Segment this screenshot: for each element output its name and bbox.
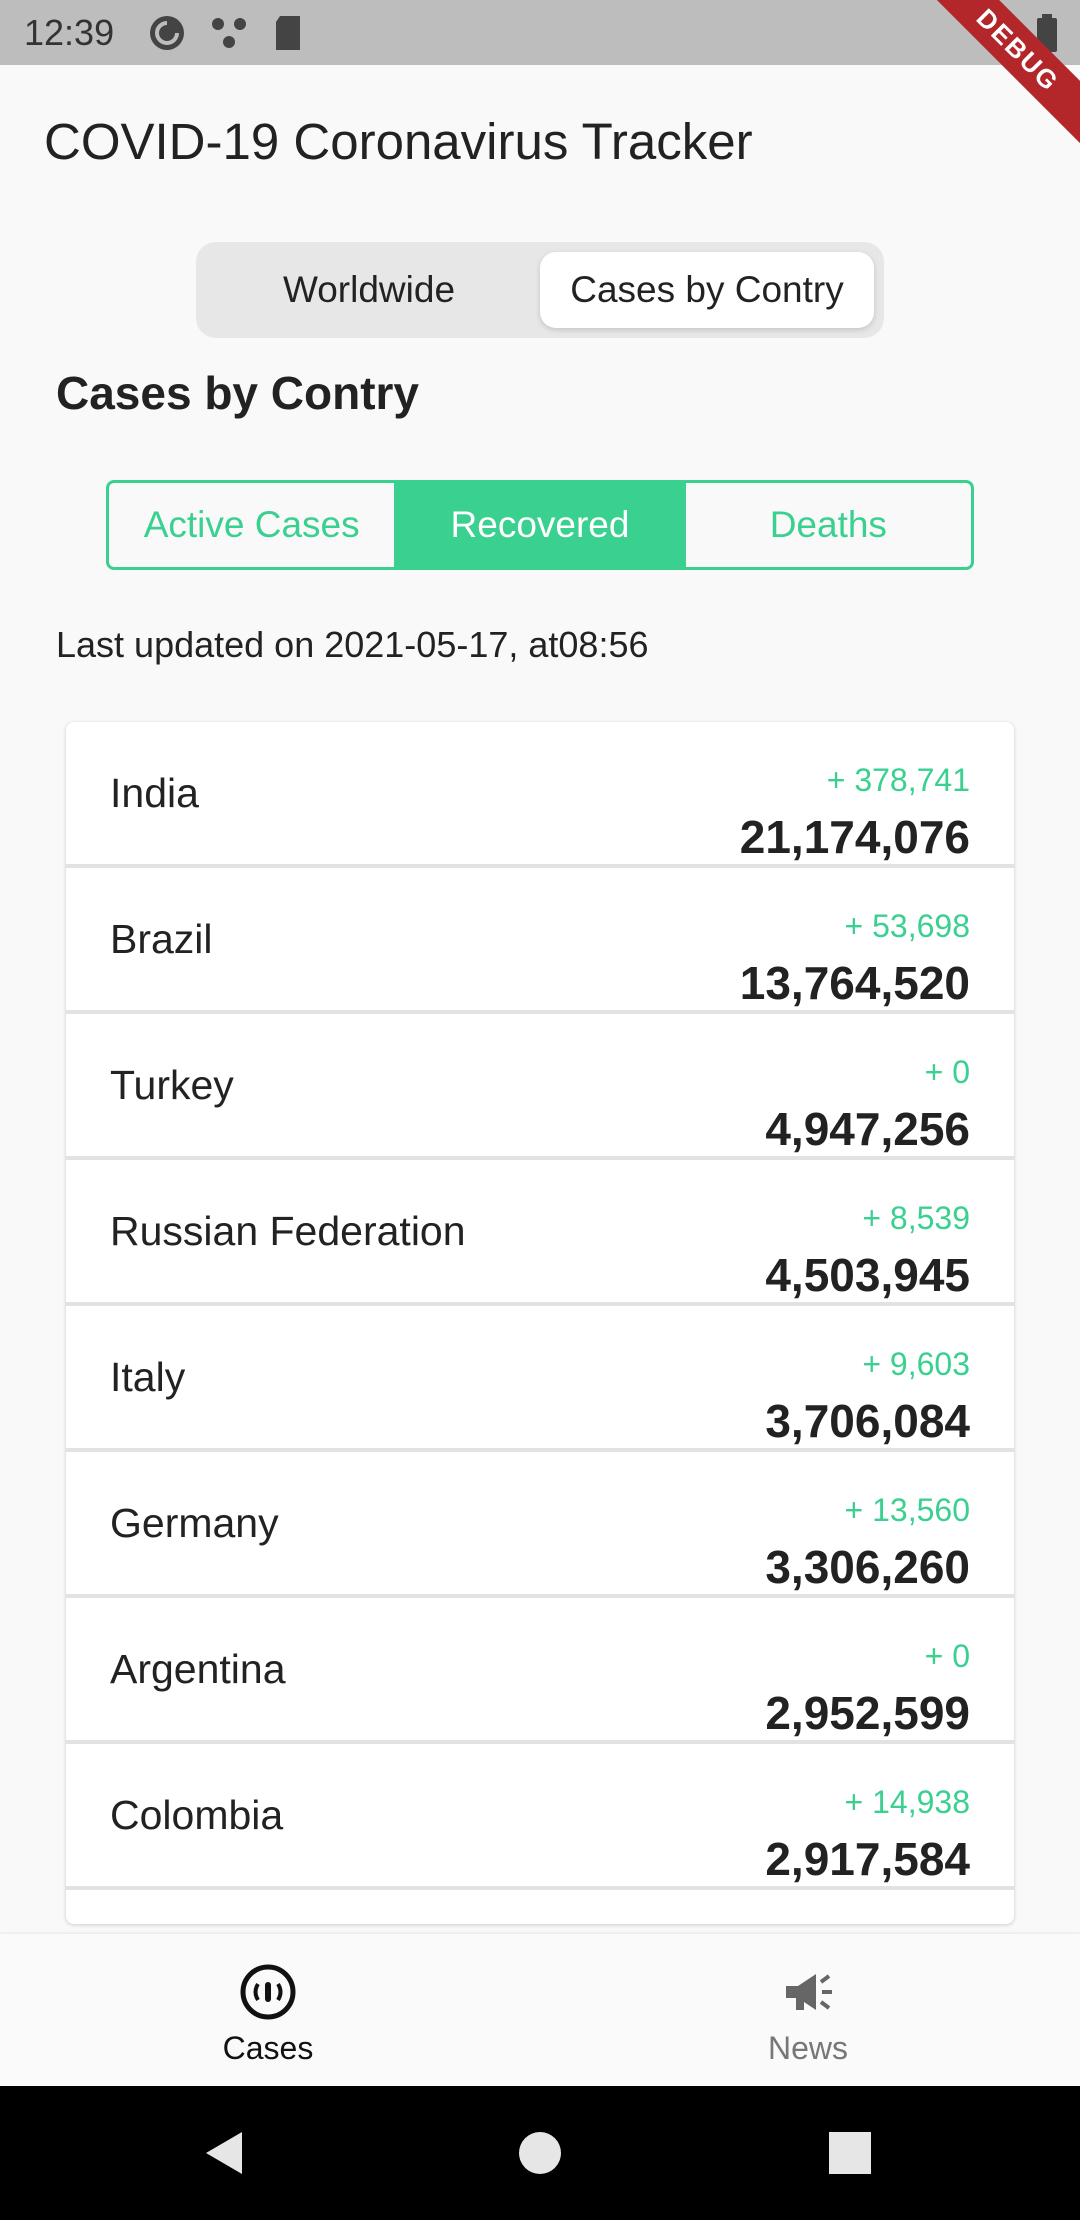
total-count: 13,764,520: [739, 957, 970, 1009]
total-count: 4,503,945: [765, 1249, 970, 1301]
daily-change: + 8,539: [862, 1200, 970, 1236]
sd-card-icon: [276, 16, 300, 50]
case-type-toggle: Active Cases Recovered Deaths: [106, 480, 974, 570]
share-dots-icon: [212, 18, 246, 48]
daily-change: + 0: [924, 1054, 970, 1090]
back-icon[interactable]: [200, 2128, 250, 2178]
country-name: Russian Federation: [110, 1208, 466, 1254]
pocket-casts-icon: [150, 16, 184, 50]
daily-change: + 53,698: [844, 908, 970, 944]
nav-label-news: News: [767, 2030, 848, 2066]
nav-label-cases: Cases: [222, 2030, 314, 2066]
segment-cases-by-country[interactable]: Cases by Contry: [540, 252, 874, 328]
country-name: Argentina: [110, 1646, 286, 1692]
virus-radar-icon: [240, 1964, 296, 2020]
megaphone-icon: [786, 1974, 832, 2010]
daily-change: + 0: [924, 1638, 970, 1674]
country-name: Turkey: [110, 1062, 234, 1108]
list-item[interactable]: Italy + 9,603 3,706,084: [66, 1306, 1014, 1452]
toggle-deaths[interactable]: Deaths: [682, 483, 971, 567]
total-count: 21,174,076: [739, 811, 970, 863]
total-count: 4,947,256: [765, 1103, 970, 1155]
status-time: 12:39: [24, 12, 115, 53]
system-navigation-bar: [0, 2086, 1080, 2220]
country-name: Germany: [110, 1500, 279, 1546]
segment-worldwide[interactable]: Worldwide: [206, 252, 532, 328]
home-icon[interactable]: [515, 2128, 565, 2178]
daily-change: + 378,741: [826, 762, 970, 798]
list-item[interactable]: Turkey + 0 4,947,256: [66, 1014, 1014, 1160]
nav-tab-cases[interactable]: Cases: [118, 1934, 418, 2086]
list-item[interactable]: Brazil + 53,698 13,764,520: [66, 868, 1014, 1014]
toggle-active-cases[interactable]: Active Cases: [109, 483, 394, 567]
toggle-recovered[interactable]: Recovered: [394, 483, 683, 567]
recents-icon[interactable]: [825, 2128, 875, 2178]
total-count: 2,917,584: [765, 1833, 970, 1885]
last-updated-text: Last updated on 2021-05-17, at08:56: [56, 624, 649, 665]
total-count: 3,306,260: [765, 1541, 970, 1593]
section-heading: Cases by Contry: [56, 367, 420, 419]
daily-change: + 9,603: [862, 1346, 970, 1382]
view-segmented-control: Worldwide Cases by Contry: [196, 242, 884, 338]
app-title: COVID-19 Coronavirus Tracker: [44, 113, 753, 170]
list-item[interactable]: Colombia + 14,938 2,917,584: [66, 1744, 1014, 1890]
country-name: India: [110, 770, 199, 816]
status-bar: 12:39: [0, 0, 1080, 65]
list-item[interactable]: Argentina + 0 2,952,599: [66, 1598, 1014, 1744]
country-name: Brazil: [110, 916, 213, 962]
list-item[interactable]: Russian Federation + 8,539 4,503,945: [66, 1160, 1014, 1306]
country-list[interactable]: India + 378,741 21,174,076 Brazil + 53,6…: [66, 722, 1014, 1924]
list-item[interactable]: India + 378,741 21,174,076: [66, 722, 1014, 868]
country-name: Italy: [110, 1354, 186, 1400]
daily-change: + 14,938: [844, 1784, 970, 1820]
list-item[interactable]: Germany + 13,560 3,306,260: [66, 1452, 1014, 1598]
total-count: 3,706,084: [765, 1395, 970, 1447]
country-name: Colombia: [110, 1792, 284, 1838]
nav-tab-news[interactable]: News: [658, 1934, 958, 2086]
daily-change: + 13,560: [844, 1492, 970, 1528]
bottom-navigation: Cases News: [0, 1934, 1080, 2086]
total-count: 2,952,599: [765, 1687, 970, 1739]
